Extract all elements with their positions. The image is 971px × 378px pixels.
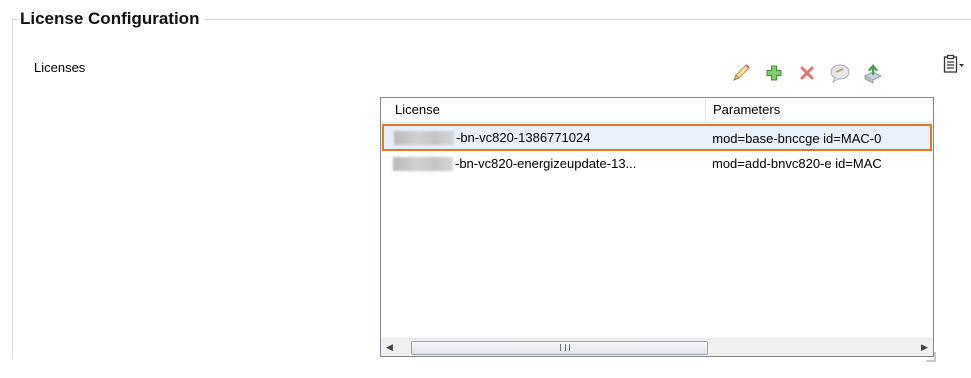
- column-header-license[interactable]: License: [381, 98, 706, 122]
- horizontal-scrollbar[interactable]: ◀ ▶: [381, 338, 933, 356]
- list-header: License Parameters: [381, 98, 933, 123]
- license-cell: -bn-vc820-energizeupdate-13...: [381, 151, 706, 176]
- license-name: -bn-vc820-energizeupdate-13...: [455, 156, 637, 171]
- comment-button[interactable]: [825, 59, 855, 87]
- license-cell: -bn-vc820-1386771024: [384, 126, 706, 149]
- group-title: License Configuration: [18, 8, 206, 30]
- column-header-parameters[interactable]: Parameters: [706, 98, 933, 122]
- scrollbar-thumb[interactable]: [411, 341, 708, 355]
- add-button[interactable]: [759, 59, 789, 87]
- edit-button[interactable]: [726, 59, 756, 87]
- resize-grip-icon[interactable]: [926, 352, 936, 362]
- group-frame-left: [12, 19, 13, 359]
- clipboard-dropdown-icon: [943, 54, 964, 73]
- parameters-cell: mod=base-bnccge id=MAC-0: [712, 131, 882, 146]
- license-toolbar: [726, 58, 891, 88]
- scroll-left-arrow-icon[interactable]: ◀: [381, 339, 398, 356]
- plus-icon: [766, 65, 782, 81]
- table-row[interactable]: -bn-vc820-1386771024 mod=base-bnccge id=…: [382, 124, 932, 151]
- speech-bubble-icon: [830, 64, 850, 83]
- licenses-label: Licenses: [34, 60, 86, 75]
- parameters-cell: mod=add-bnvc820-e id=MAC: [712, 156, 882, 171]
- redacted-text: [393, 156, 453, 171]
- delete-button[interactable]: [792, 59, 822, 87]
- x-icon: [800, 66, 814, 80]
- scrollbar-grip-icon: [560, 344, 570, 351]
- list-rows: -bn-vc820-1386771024 mod=base-bnccge id=…: [381, 124, 933, 176]
- license-name: -bn-vc820-1386771024: [456, 130, 591, 145]
- upload-icon: [863, 64, 883, 84]
- upload-button[interactable]: [858, 59, 888, 87]
- redacted-text: [394, 130, 454, 145]
- licenses-list[interactable]: License Parameters -bn-vc820-1386771024 …: [380, 97, 934, 357]
- table-row[interactable]: -bn-vc820-energizeupdate-13... mod=add-b…: [381, 151, 933, 176]
- options-menu-button[interactable]: [943, 52, 969, 76]
- pencil-icon: [733, 64, 750, 81]
